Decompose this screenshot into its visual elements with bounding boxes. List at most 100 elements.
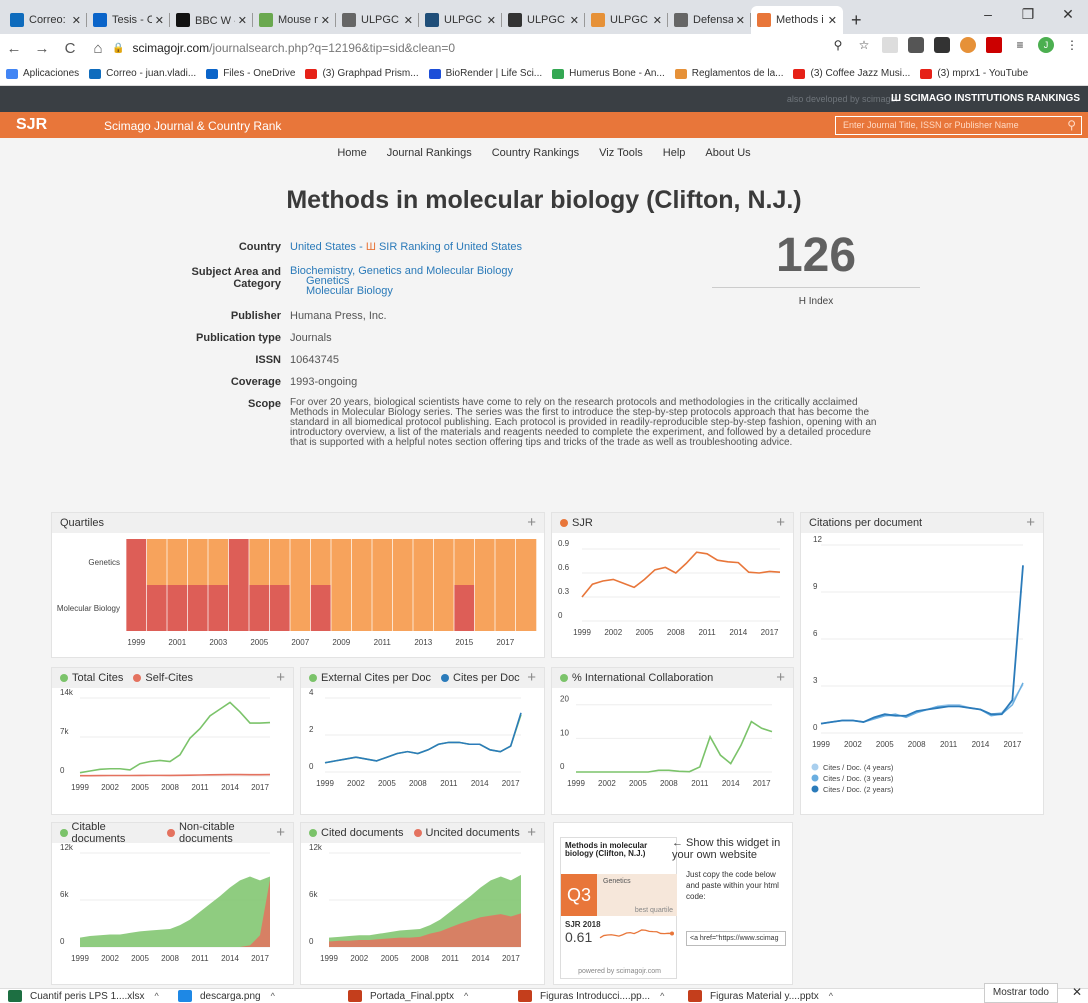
browser-tab[interactable]: ULPGC - N✕ xyxy=(419,6,502,34)
browser-tab[interactable]: Mouse mo✕ xyxy=(253,6,336,34)
search-icon[interactable]: ⚲ xyxy=(1067,118,1076,132)
bookmark-item[interactable]: (3) Graphpad Prism... xyxy=(305,68,419,79)
menu-icon[interactable]: ⋮ xyxy=(1064,37,1080,53)
bookmark-item[interactable]: Reglamentos de la... xyxy=(674,68,784,79)
browser-tab[interactable]: Tesis - One✕ xyxy=(87,6,170,34)
extension-icon[interactable] xyxy=(960,37,976,53)
chevron-up-icon[interactable]: ^ xyxy=(155,991,159,1001)
close-tab-icon[interactable]: ✕ xyxy=(736,14,745,27)
download-item[interactable]: Figuras Material y....pptx ^ xyxy=(680,990,850,1002)
row-label: Molecular Biology xyxy=(57,604,120,613)
chevron-up-icon[interactable]: ^ xyxy=(660,991,664,1001)
forward-icon[interactable]: → xyxy=(28,40,56,57)
expand-icon[interactable]: + xyxy=(527,824,536,841)
back-icon[interactable]: ← xyxy=(0,40,28,57)
citable-docs-chart: 0 6k 12k 1999 2002 2005 2008 2011 2014 2017 xyxy=(60,843,270,963)
browser-tab[interactable]: ULPGC - A✕ xyxy=(502,6,585,34)
expand-icon[interactable]: + xyxy=(527,669,536,686)
extension-icon[interactable] xyxy=(882,37,898,53)
expand-icon[interactable]: + xyxy=(276,824,285,841)
close-tab-icon[interactable]: ✕ xyxy=(828,14,837,27)
close-tab-icon[interactable]: ✕ xyxy=(404,14,413,27)
avatar[interactable]: J xyxy=(1038,37,1054,53)
widget-preview[interactable]: Methods in molecular biology (Clifton, N… xyxy=(560,837,677,979)
expand-icon[interactable]: + xyxy=(276,669,285,686)
minimize-icon[interactable]: – xyxy=(968,0,1008,28)
menu-item[interactable]: Journal Rankings xyxy=(387,147,472,159)
close-icon[interactable]: ✕ xyxy=(1048,0,1088,28)
bookmark-item[interactable]: Files - OneDrive xyxy=(206,68,295,79)
bookmark-item[interactable]: (3) mprx1 - YouTube xyxy=(920,68,1028,79)
tab-title: Tesis - One xyxy=(112,14,152,26)
quartiles-chart: Genetics Molecular Biology 1999 2001 2003 200… xyxy=(57,539,537,647)
zoom-icon[interactable]: ⚲ xyxy=(830,37,846,53)
download-item[interactable]: descarga.png ^ xyxy=(170,990,340,1002)
browser-tab[interactable]: Defensa d✕ xyxy=(668,6,751,34)
close-tab-icon[interactable]: ✕ xyxy=(487,14,496,27)
category-link-molbio[interactable]: Molecular Biology xyxy=(290,286,513,297)
chevron-up-icon[interactable]: ^ xyxy=(271,991,275,1001)
bookmark-item[interactable]: (3) Coffee Jazz Musi... xyxy=(793,68,910,79)
h-index-value: 126 xyxy=(712,228,920,288)
download-item[interactable]: Cuantif peris LPS 1....xlsx ^ xyxy=(0,990,170,1002)
close-icon[interactable]: ✕ xyxy=(1072,985,1082,999)
close-tab-icon[interactable]: ✕ xyxy=(570,14,579,27)
close-tab-icon[interactable]: ✕ xyxy=(321,14,330,27)
bookmark-icon xyxy=(920,68,933,79)
star-icon[interactable]: ☆ xyxy=(856,37,872,53)
menu-item[interactable]: About Us xyxy=(705,147,750,159)
browser-tab[interactable]: BBC W ◀✕ xyxy=(170,6,253,34)
sir-ranking-link[interactable]: SIR Ranking of United States xyxy=(379,241,522,253)
chevron-up-icon[interactable]: ^ xyxy=(829,991,833,1001)
extension-icon[interactable] xyxy=(934,37,950,53)
pdf-icon[interactable] xyxy=(986,37,1002,53)
bookmark-item[interactable]: Correo - juan.vladi... xyxy=(89,68,196,79)
expand-icon[interactable]: + xyxy=(776,514,785,531)
expand-icon[interactable]: + xyxy=(776,669,785,686)
browser-tab[interactable]: Correo: DE✕ xyxy=(4,6,87,34)
expand-icon[interactable]: + xyxy=(527,514,536,531)
new-tab-icon[interactable]: + xyxy=(851,6,862,34)
browser-tab[interactable]: Methods i ✕ xyxy=(751,6,843,34)
menu-item[interactable]: Home xyxy=(337,147,366,159)
site-subtitle[interactable]: Scimago Journal & Country Rank xyxy=(104,119,281,133)
widget-code-input[interactable]: <a href="https://www.scimag xyxy=(686,931,786,946)
close-tab-icon[interactable]: ✕ xyxy=(238,14,247,27)
country-link[interactable]: United States xyxy=(290,241,356,253)
x-tick-label: 2011 xyxy=(440,779,458,788)
close-tab-icon[interactable]: ✕ xyxy=(72,14,81,27)
x-tick-label: 2014 xyxy=(221,783,239,792)
menu-item[interactable]: Help xyxy=(663,147,686,159)
expand-icon[interactable]: + xyxy=(1026,514,1035,531)
sjr-logo[interactable]: SJR xyxy=(16,116,47,134)
bookmark-item[interactable]: Humerus Bone - An... xyxy=(552,68,665,79)
browser-tab[interactable]: ULPGC - E✕ xyxy=(336,6,419,34)
reload-icon[interactable]: C xyxy=(56,40,84,57)
card-title-2: Self-Cites xyxy=(145,672,194,684)
bookmark-label: Reglamentos de la... xyxy=(691,68,784,79)
browser-tab[interactable]: ULPGC - C✕ xyxy=(585,6,668,34)
show-all-button[interactable]: Mostrar todo xyxy=(983,983,1058,1003)
restore-icon[interactable]: ❐ xyxy=(1008,0,1048,28)
home-icon[interactable]: ⌂ xyxy=(84,40,112,57)
publisher-link[interactable]: Humana Press, Inc. xyxy=(290,310,387,322)
pubtype-row: Publication type Journals xyxy=(150,332,332,344)
extension-icon[interactable] xyxy=(908,37,924,53)
quartile-cell xyxy=(126,585,147,631)
menu-item[interactable]: Country Rankings xyxy=(492,147,579,159)
download-item[interactable]: Portada_Final.pptx ^ xyxy=(340,990,510,1002)
bookmark-item[interactable]: BioRender | Life Sci... xyxy=(428,68,542,79)
url-input[interactable]: 🔒 scimagojr.com/journalsearch.php?q=1219… xyxy=(112,37,892,59)
close-tab-icon[interactable]: ✕ xyxy=(653,14,662,27)
close-tab-icon[interactable]: ✕ xyxy=(155,14,164,27)
bookmark-item[interactable]: Aplicaciones xyxy=(6,68,79,79)
download-item[interactable]: Figuras Introducci....pp... ^ xyxy=(510,990,680,1002)
chevron-up-icon[interactable]: ^ xyxy=(464,991,468,1001)
file-icon xyxy=(688,990,702,1002)
sir-link[interactable]: Ш SCIMAGO INSTITUTIONS RANKINGS xyxy=(891,93,1080,104)
quartile-cell xyxy=(351,585,373,631)
y-tick-label: 0 xyxy=(813,723,818,732)
menu-item[interactable]: Viz Tools xyxy=(599,147,643,159)
reading-list-icon[interactable]: ≡ xyxy=(1012,37,1028,53)
journal-search-input[interactable]: Enter Journal Title, ISSN or Publisher N… xyxy=(835,116,1082,135)
